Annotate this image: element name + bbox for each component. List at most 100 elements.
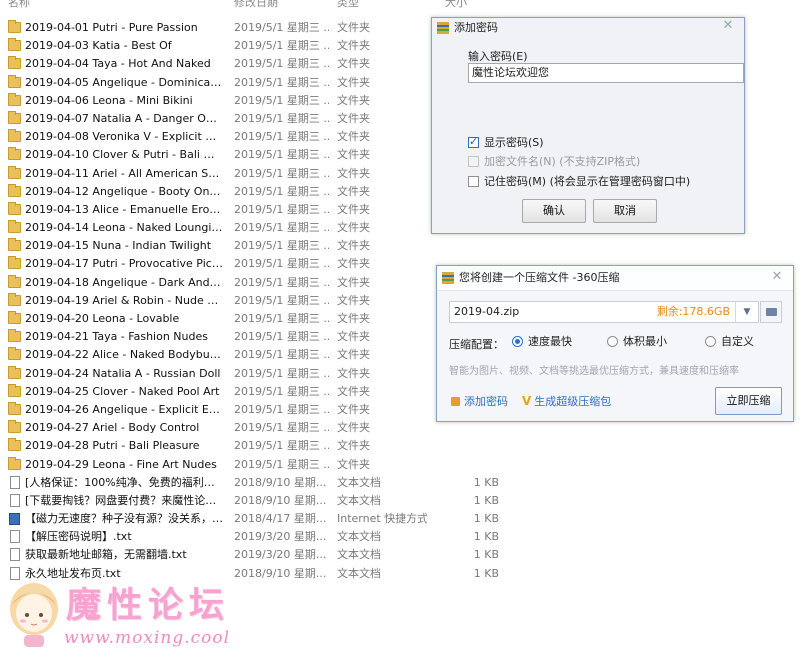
folder-row[interactable]: 2019-04-28 Putri - Bali Pleasure 2019/5/1… [0, 437, 520, 455]
internet-shortcut-icon [9, 513, 20, 526]
file-name: 2019-04-04 Taya - Hot And Naked [25, 57, 211, 71]
remember-password-label: 记住密码(M) (将会显示在管理密码窗口中) [484, 175, 691, 188]
checkbox-checked-icon [468, 135, 479, 149]
modified-date: 2019/5/1 星期三 ... [234, 221, 329, 235]
modified-date: 2019/5/1 星期三 ... [234, 348, 329, 362]
super-archive-link[interactable]: V 生成超级压缩包 [522, 393, 611, 409]
column-date[interactable]: 修改日期 [234, 0, 278, 8]
file-type: 文件夹 [337, 130, 370, 144]
file-type: 文件夹 [337, 439, 370, 453]
text-file-icon [10, 548, 20, 562]
file-type: 文件夹 [337, 257, 370, 271]
column-size[interactable]: 大小 [445, 0, 467, 8]
modified-date: 2018/9/10 星期... [234, 493, 327, 507]
archive-app-icon [437, 22, 449, 34]
file-name: 获取最新地址邮箱，无需翻墙.txt [25, 548, 187, 562]
folder-icon [8, 110, 21, 124]
archive-app-icon [442, 272, 454, 284]
file-type: 文本文档 [337, 548, 381, 562]
file-type: 文件夹 [337, 184, 370, 198]
file-name: 2019-04-12 Angelique - Booty On Th... [25, 184, 223, 198]
dialog-title-bar[interactable]: 添加密码 [432, 18, 744, 38]
file-row[interactable]: 获取最新地址邮箱，无需翻墙.txt 2019/3/20 星期... 文本文档 1 KB [0, 546, 520, 564]
show-password-checkbox[interactable]: 显示密码(S) [468, 135, 544, 150]
browse-folder-button[interactable] [760, 301, 782, 323]
file-size: 1 KB [473, 548, 499, 562]
archive-path-field[interactable]: 2019-04.zip 剩余:178.6GB ▼ [449, 301, 759, 323]
folder-icon [8, 438, 21, 452]
column-name[interactable]: 名称 [8, 0, 30, 8]
file-name: 2019-04-21 Taya - Fashion Nudes [25, 330, 208, 344]
checkbox-unchecked-icon [468, 176, 479, 187]
close-icon[interactable]: ✕ [771, 270, 783, 283]
modified-date: 2019/5/1 星期三 ... [234, 384, 329, 398]
file-name: 2019-04-03 Katia - Best Of [25, 39, 172, 53]
modified-date: 2019/5/1 星期三 ... [234, 366, 329, 380]
add-password-dialog: 添加密码 ✕ 输入密码(E) 魔性论坛欢迎您 显示密码(S) 加密文件名(N) … [431, 17, 745, 234]
folder-row[interactable]: 2019-04-15 Nuna - Indian Twilight 2019/5/… [0, 237, 520, 255]
add-password-link[interactable]: 添加密码 [451, 393, 508, 409]
compress-now-button[interactable]: 立即压缩 [715, 387, 782, 415]
file-type: 文件夹 [337, 275, 370, 289]
file-name: 2019-04-18 Angelique - Dark And Di... [25, 275, 223, 289]
folder-icon [8, 238, 21, 252]
cancel-button[interactable]: 取消 [593, 199, 657, 223]
folder-row[interactable]: 2019-04-29 Leona - Fine Art Nudes 2019/5/… [0, 456, 520, 474]
remember-password-checkbox[interactable]: 记住密码(M) (将会显示在管理密码窗口中) [468, 175, 690, 189]
file-type: 文件夹 [337, 402, 370, 416]
radio-custom[interactable]: 自定义 [705, 335, 754, 349]
folder-icon [8, 183, 21, 197]
modified-date: 2019/5/1 星期三 ... [234, 202, 329, 216]
radio-smallest[interactable]: 体积最小 [607, 335, 667, 349]
file-type: 文件夹 [337, 166, 370, 180]
radio-unselected-icon [705, 336, 716, 347]
file-row[interactable]: 【解压密码说明】.txt 2019/3/20 星期... 文本文档 1 KB [0, 528, 520, 546]
close-icon[interactable]: ✕ [722, 19, 734, 32]
modified-date: 2019/5/1 星期三 ... [234, 402, 329, 416]
file-name: 2019-04-01 Putri - Pure Passion [25, 21, 198, 34]
folder-icon [8, 147, 21, 161]
modified-date: 2019/5/1 星期三 ... [234, 239, 329, 253]
encrypt-filenames-checkbox: 加密文件名(N) (不支持ZIP格式) [468, 155, 640, 169]
folder-icon [8, 129, 21, 143]
folder-icon [8, 292, 21, 306]
modified-date: 2019/5/1 星期三 ... [234, 439, 329, 453]
folder-icon [8, 74, 21, 88]
archive-filename: 2019-04.zip [454, 305, 520, 318]
folder-icon [8, 38, 21, 52]
file-row[interactable]: [下载要掏钱？网盘要付费？来魔性论坛... 2018/9/10 星期... 文本文档… [0, 492, 520, 510]
modified-date: 2019/5/1 星期三 ... [234, 148, 329, 162]
radio-custom-label: 自定义 [721, 335, 754, 348]
folder-icon [8, 256, 21, 270]
file-row[interactable]: 【磁力无速度？种子没有源？没关系，来... 2018/4/17 星期... Inte… [0, 510, 520, 528]
watermark-url: www.moxing.cool [64, 628, 231, 648]
modified-date: 2019/5/1 星期三 ... [234, 75, 329, 89]
text-file-icon [10, 530, 20, 544]
compress-hint: 智能为图片、视频、文档等挑选最优压缩方式，兼具速度和压缩率 [449, 366, 739, 377]
dialog-title-bar[interactable]: 您将创建一个压缩文件 -360压缩 [437, 266, 793, 291]
file-name: 2019-04-25 Clover - Naked Pool Art [25, 384, 220, 398]
watermark-title: 魔性论坛 [66, 585, 231, 626]
dialog-title: 您将创建一个压缩文件 -360压缩 [459, 271, 620, 284]
dialog-title: 添加密码 [454, 21, 498, 34]
file-name: 2019-04-06 Leona - Mini Bikini [25, 93, 193, 107]
file-type: 文件夹 [337, 330, 370, 344]
radio-fastest[interactable]: 速度最快 [512, 335, 572, 349]
file-name: 2019-04-19 Ariel & Robin - Nude Ath... [25, 293, 223, 307]
file-name: 2019-04-24 Natalia A - Russian Doll [25, 366, 221, 380]
modified-date: 2018/4/17 星期... [234, 512, 327, 526]
modified-date: 2019/5/1 星期三 ... [234, 111, 329, 125]
file-row[interactable]: [人格保证：100%纯净、免费的福利网站... 2018/9/10 星期... 文本… [0, 474, 520, 492]
column-type[interactable]: 类型 [337, 0, 359, 8]
file-type: 文件夹 [337, 111, 370, 125]
file-name: [下载要掏钱？网盘要付费？来魔性论坛... [25, 493, 223, 507]
modified-date: 2019/3/20 星期... [234, 548, 327, 562]
folder-icon [8, 220, 21, 234]
password-input[interactable]: 魔性论坛欢迎您 [468, 63, 744, 83]
ok-button[interactable]: 确认 [522, 199, 586, 223]
modified-date: 2019/5/1 星期三 ... [234, 275, 329, 289]
chevron-down-icon[interactable]: ▼ [735, 302, 758, 322]
modified-date: 2019/5/1 星期三 ... [234, 21, 329, 34]
text-file-icon [10, 475, 20, 489]
file-type: 文件夹 [337, 239, 370, 253]
